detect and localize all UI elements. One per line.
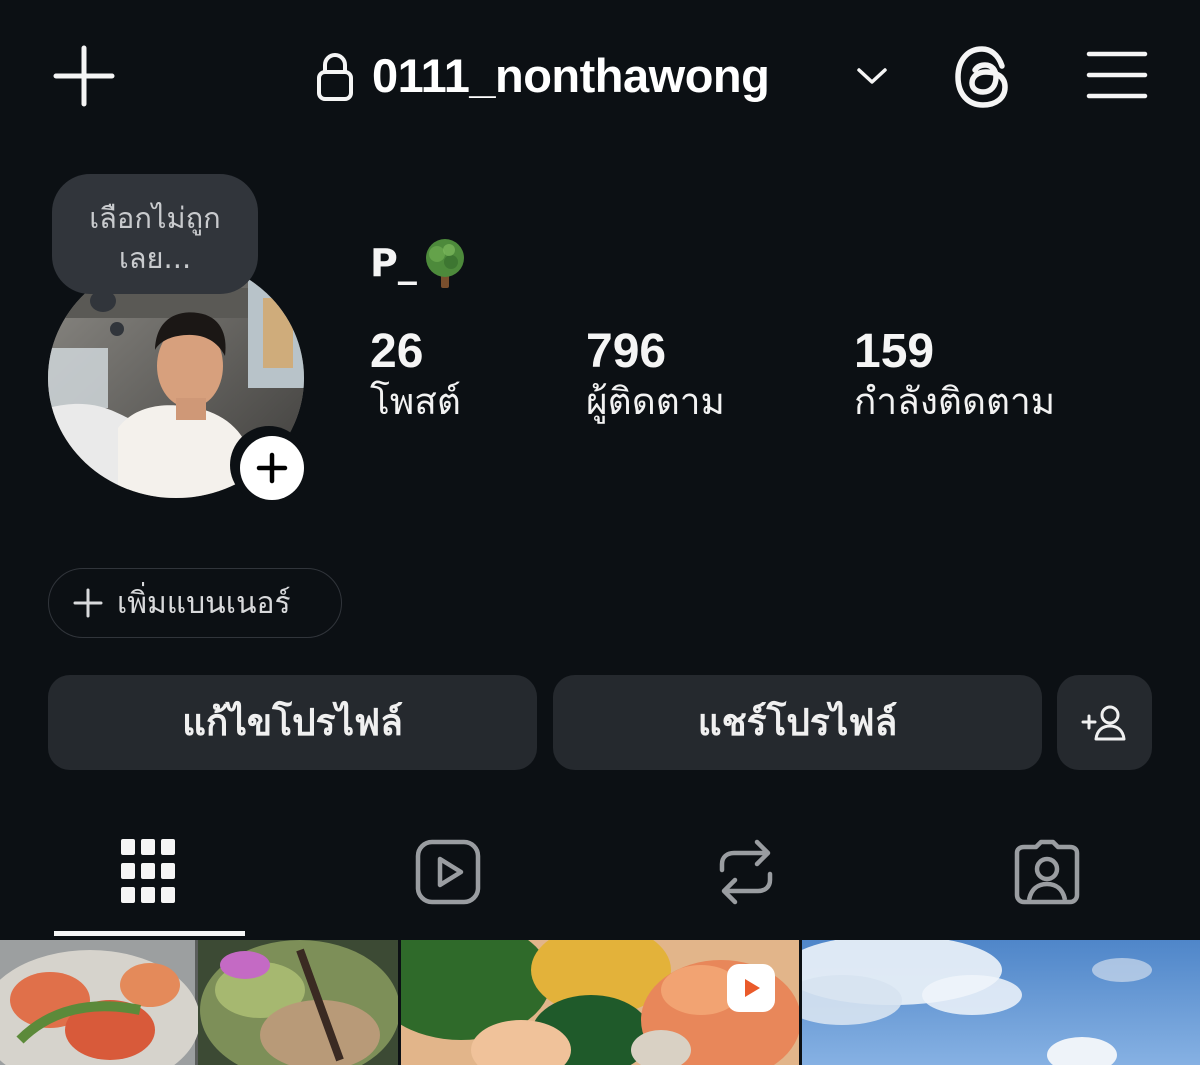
add-banner-button[interactable]: เพิ่มแบนเนอร์ [48, 568, 342, 638]
grid-post-3[interactable] [802, 940, 1200, 1065]
stat-posts-value: 26 [370, 325, 424, 378]
edit-profile-label: แก้ไขโปรไฟล์ [182, 701, 403, 744]
tree-emoji-icon [425, 239, 464, 288]
note-text: เลือกไม่ถูก เลย... [89, 201, 221, 275]
display-name-text: P_ [370, 241, 417, 285]
note-bubble-tail-dot [110, 322, 124, 336]
post-thumbnail [0, 940, 398, 1065]
add-story-button[interactable] [240, 436, 304, 500]
tab-reposts[interactable] [706, 832, 786, 912]
display-name: P_ [370, 236, 471, 290]
tab-posts[interactable] [109, 832, 189, 912]
note-bubble[interactable]: เลือกไม่ถูก เลย... [52, 174, 258, 294]
chevron-down-icon [857, 68, 887, 84]
grid-post-1[interactable] [0, 940, 398, 1065]
plus-icon [256, 452, 288, 484]
plus-icon [53, 45, 115, 107]
repost-icon [719, 839, 773, 905]
stat-followers[interactable]: 796 ผู้ติดตาม [586, 326, 725, 426]
plus-icon [73, 588, 103, 618]
share-profile-label: แชร์โปรไฟล์ [697, 701, 898, 744]
tab-reels[interactable] [408, 832, 488, 912]
tagged-icon [1014, 839, 1080, 905]
play-icon [745, 979, 760, 997]
post-thumbnail [802, 940, 1200, 1065]
edit-profile-button[interactable]: แก้ไขโปรไฟล์ [48, 675, 537, 770]
active-tab-indicator [54, 931, 245, 936]
tab-tagged[interactable] [1007, 832, 1087, 912]
reel-badge [727, 964, 775, 1012]
stat-followers-label: ผู้ติดตาม [586, 380, 725, 423]
stat-following-label: กำลังติดตาม [854, 380, 1056, 423]
grid-icon [121, 839, 175, 903]
stat-posts[interactable]: 26 โพสต์ [370, 326, 461, 426]
stat-following[interactable]: 159 กำลังติดตาม [854, 326, 1055, 426]
threads-button[interactable] [952, 44, 1016, 110]
threads-icon [955, 46, 1008, 108]
username-title: 0111_nonthawong [372, 49, 770, 102]
stat-followers-value: 796 [586, 325, 667, 378]
create-button[interactable] [52, 44, 116, 108]
stat-following-value: 159 [854, 325, 935, 378]
add-banner-label: เพิ่มแบนเนอร์ [117, 585, 291, 621]
menu-icon [1086, 51, 1148, 99]
discover-people-button[interactable] [1057, 675, 1152, 770]
share-profile-button[interactable]: แชร์โปรไฟล์ [553, 675, 1042, 770]
reels-icon [415, 839, 481, 905]
menu-button[interactable] [1086, 50, 1148, 100]
add-person-icon [1081, 705, 1125, 740]
stat-posts-label: โพสต์ [370, 380, 461, 423]
lock-icon [317, 53, 353, 101]
grid-post-2[interactable] [401, 940, 799, 1065]
